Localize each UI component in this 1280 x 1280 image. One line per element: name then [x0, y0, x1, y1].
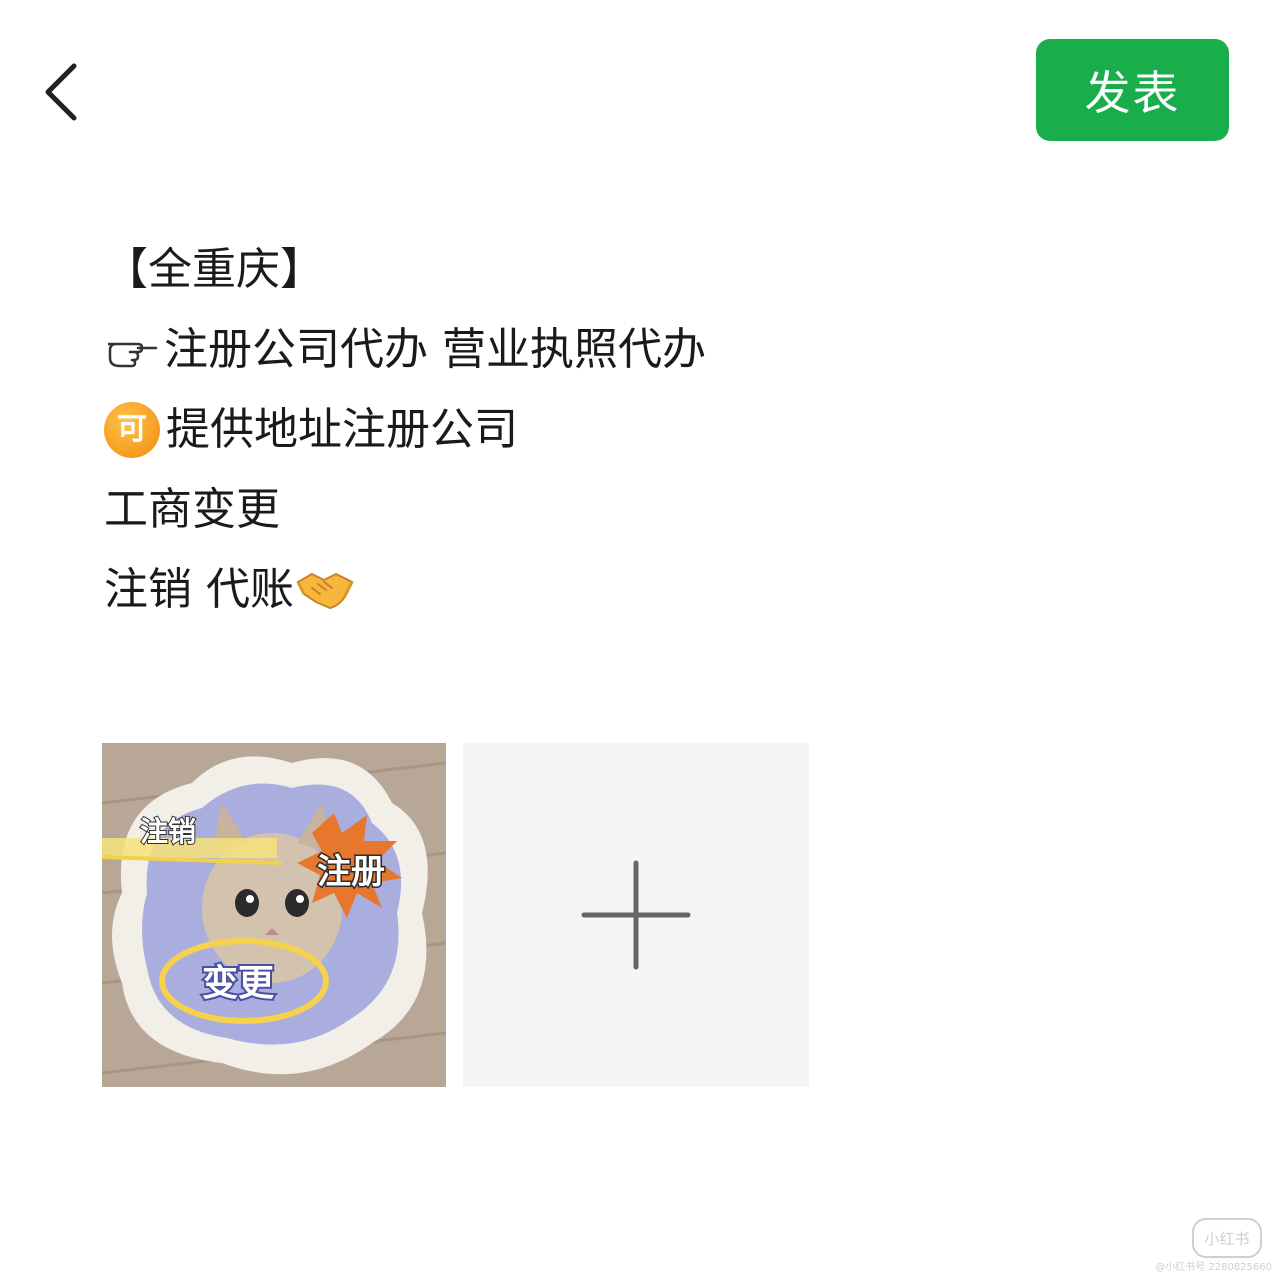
publish-button[interactable]: 发表	[1036, 39, 1229, 141]
post-line-5: 注销 代账	[104, 550, 1004, 630]
post-line-2: 注册公司代办 营业执照代办	[104, 310, 1004, 390]
post-line-4-text: 工商变更	[104, 484, 280, 535]
sticker-biangeng: 变更	[202, 962, 275, 1003]
post-line-1: 【全重庆】	[104, 230, 1004, 310]
post-line-4: 工商变更	[104, 470, 1004, 550]
post-line-5-text: 注销 代账	[104, 564, 294, 615]
post-line-3-text: 提供地址注册公司	[166, 404, 518, 455]
post-line-1-text: 【全重庆】	[104, 244, 324, 295]
handshake-icon	[294, 564, 356, 616]
post-text-area[interactable]: 【全重庆】 注册公司代办 营业执照代办 可 提供地址注册公司 工商变更 注销 代…	[104, 230, 1004, 630]
watermark-logo: 小红书	[1192, 1218, 1262, 1258]
sticker-zhuxiao: 注销	[140, 815, 196, 847]
watermark-id: @小红书号 2280825660	[1155, 1262, 1272, 1273]
back-button[interactable]	[30, 52, 94, 132]
attached-photo-thumbnail[interactable]: 注销 注册 变更	[102, 743, 446, 1087]
sticker-zhuce: 注册	[317, 853, 385, 891]
post-line-2-text: 注册公司代办 营业执照代办	[164, 324, 706, 375]
plus-icon	[581, 860, 691, 970]
ke-badge-icon: 可	[104, 402, 160, 458]
pointing-hand-icon	[104, 330, 160, 370]
cat-photo: 注销 注册 变更	[102, 743, 446, 1087]
chevron-left-icon	[45, 63, 77, 121]
add-image-button[interactable]	[463, 743, 809, 1087]
post-line-3: 可 提供地址注册公司	[104, 390, 1004, 470]
